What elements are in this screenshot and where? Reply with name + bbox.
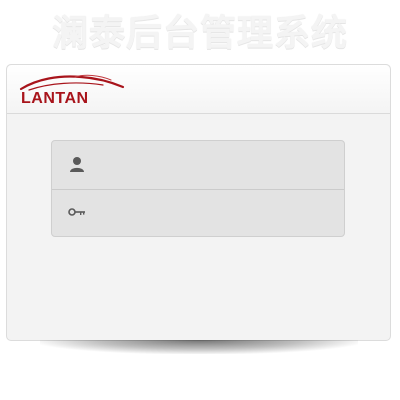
user-icon [68, 155, 86, 173]
key-icon [68, 203, 86, 221]
brand-logo: LANTAN [19, 73, 129, 109]
panel-shadow [40, 340, 358, 354]
login-page: 澜泰后台管理系统 LANTAN [0, 0, 400, 400]
login-panel: LANTAN [6, 64, 391, 341]
brand-name: LANTAN [21, 90, 89, 107]
username-input[interactable] [96, 151, 332, 177]
password-input[interactable] [96, 199, 332, 225]
username-row [52, 141, 344, 190]
password-row [52, 189, 344, 237]
panel-header: LANTAN [7, 65, 390, 114]
login-form [51, 140, 345, 237]
system-title: 澜泰后台管理系统 [51, 13, 348, 54]
